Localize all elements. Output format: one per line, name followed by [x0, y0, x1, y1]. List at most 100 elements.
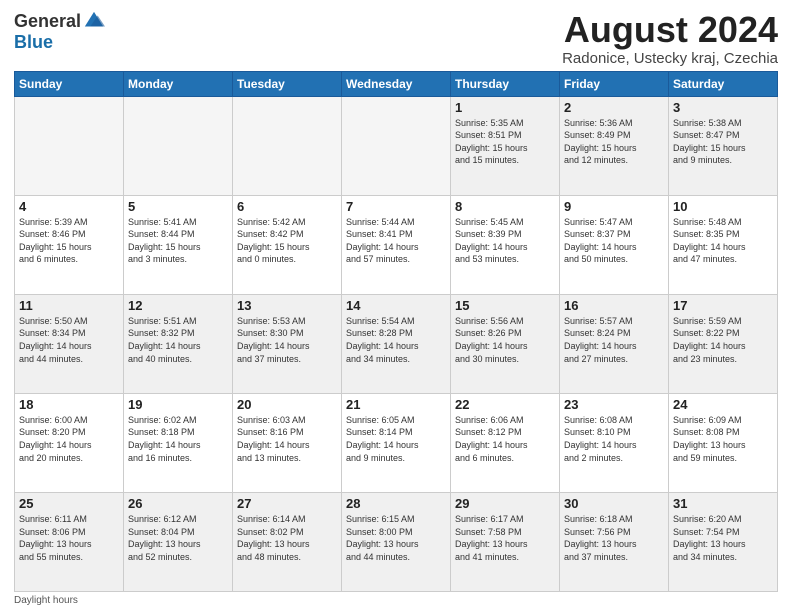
day-info: Sunrise: 6:12 AM Sunset: 8:04 PM Dayligh…	[128, 513, 228, 563]
day-info: Sunrise: 5:36 AM Sunset: 8:49 PM Dayligh…	[564, 117, 664, 167]
day-number: 27	[237, 496, 337, 511]
calendar-day-cell: 31 Sunrise: 6:20 AM Sunset: 7:54 PM Dayli…	[669, 492, 778, 591]
calendar-day-cell: 6Sunrise: 5:42 AM Sunset: 8:42 PM Daylig…	[233, 195, 342, 294]
day-info: Sunrise: 5:48 AM Sunset: 8:35 PM Dayligh…	[673, 216, 773, 266]
day-number: 19	[128, 397, 228, 412]
day-info: Sunrise: 5:59 AM Sunset: 8:22 PM Dayligh…	[673, 315, 773, 365]
day-info: Sunrise: 5:50 AM Sunset: 8:34 PM Dayligh…	[19, 315, 119, 365]
calendar-day-cell: 28 Sunrise: 6:15 AM Sunset: 8:00 PM Dayli…	[342, 492, 451, 591]
logo: General Blue	[14, 10, 105, 53]
day-info: Sunrise: 5:41 AM Sunset: 8:44 PM Dayligh…	[128, 216, 228, 266]
calendar-header-cell: Wednesday	[342, 71, 451, 96]
day-number: 8	[455, 199, 555, 214]
calendar-day-cell: 27 Sunrise: 6:14 AM Sunset: 8:02 PM Dayli…	[233, 492, 342, 591]
calendar-day-cell: 17Sunrise: 5:59 AM Sunset: 8:22 PM Dayli…	[669, 294, 778, 393]
calendar-week-row: 11Sunrise: 5:50 AM Sunset: 8:34 PM Dayli…	[15, 294, 778, 393]
calendar-table: SundayMondayTuesdayWednesdayThursdayFrid…	[14, 71, 778, 592]
calendar-day-cell	[15, 96, 124, 195]
calendar-day-cell	[124, 96, 233, 195]
page: General Blue August 2024 Radonice, Ustec…	[0, 0, 792, 612]
day-number: 5	[128, 199, 228, 214]
calendar-day-cell: 29Sunrise: 6:17 AM Sunset: 7:58 PM Dayli…	[451, 492, 560, 591]
day-info: Sunrise: 5:54 AM Sunset: 8:28 PM Dayligh…	[346, 315, 446, 365]
day-info: Sunrise: 6:00 AM Sunset: 8:20 PM Dayligh…	[19, 414, 119, 464]
day-number: 7	[346, 199, 446, 214]
calendar-header-cell: Tuesday	[233, 71, 342, 96]
calendar-day-cell: 19 Sunrise: 6:02 AM Sunset: 8:18 PM Dayli…	[124, 393, 233, 492]
day-number: 14	[346, 298, 446, 313]
calendar-week-row: 1 Sunrise: 5:35 AM Sunset: 8:51 PM Daylig…	[15, 96, 778, 195]
day-info: Sunrise: 5:44 AM Sunset: 8:41 PM Dayligh…	[346, 216, 446, 266]
day-number: 3	[673, 100, 773, 115]
day-info: Sunrise: 5:57 AM Sunset: 8:24 PM Dayligh…	[564, 315, 664, 365]
logo-general-text: General	[14, 11, 81, 32]
calendar-day-cell: 8 Sunrise: 5:45 AM Sunset: 8:39 PM Daylig…	[451, 195, 560, 294]
calendar-day-cell: 14 Sunrise: 5:54 AM Sunset: 8:28 PM Dayli…	[342, 294, 451, 393]
calendar-day-cell	[233, 96, 342, 195]
day-number: 9	[564, 199, 664, 214]
calendar-day-cell: 18Sunrise: 6:00 AM Sunset: 8:20 PM Dayli…	[15, 393, 124, 492]
calendar-week-row: 4 Sunrise: 5:39 AM Sunset: 8:46 PM Daylig…	[15, 195, 778, 294]
calendar-day-cell: 2 Sunrise: 5:36 AM Sunset: 8:49 PM Daylig…	[560, 96, 669, 195]
day-info: Sunrise: 6:02 AM Sunset: 8:18 PM Dayligh…	[128, 414, 228, 464]
calendar-header-cell: Monday	[124, 71, 233, 96]
day-number: 13	[237, 298, 337, 313]
calendar-day-cell: 11Sunrise: 5:50 AM Sunset: 8:34 PM Dayli…	[15, 294, 124, 393]
calendar-day-cell: 24Sunrise: 6:09 AM Sunset: 8:08 PM Dayli…	[669, 393, 778, 492]
day-number: 23	[564, 397, 664, 412]
day-number: 30	[564, 496, 664, 511]
calendar-header-cell: Saturday	[669, 71, 778, 96]
title-block: August 2024 Radonice, Ustecky kraj, Czec…	[562, 10, 778, 67]
day-info: Sunrise: 6:14 AM Sunset: 8:02 PM Dayligh…	[237, 513, 337, 563]
day-info: Sunrise: 5:53 AM Sunset: 8:30 PM Dayligh…	[237, 315, 337, 365]
calendar-header-cell: Sunday	[15, 71, 124, 96]
day-number: 31	[673, 496, 773, 511]
day-number: 21	[346, 397, 446, 412]
calendar-day-cell: 20 Sunrise: 6:03 AM Sunset: 8:16 PM Dayli…	[233, 393, 342, 492]
day-number: 6	[237, 199, 337, 214]
day-info: Sunrise: 5:35 AM Sunset: 8:51 PM Dayligh…	[455, 117, 555, 167]
day-info: Sunrise: 5:47 AM Sunset: 8:37 PM Dayligh…	[564, 216, 664, 266]
day-number: 24	[673, 397, 773, 412]
calendar-day-cell: 10 Sunrise: 5:48 AM Sunset: 8:35 PM Dayli…	[669, 195, 778, 294]
calendar-day-cell: 12 Sunrise: 5:51 AM Sunset: 8:32 PM Dayli…	[124, 294, 233, 393]
day-info: Sunrise: 5:39 AM Sunset: 8:46 PM Dayligh…	[19, 216, 119, 266]
calendar-header-cell: Friday	[560, 71, 669, 96]
day-number: 20	[237, 397, 337, 412]
header: General Blue August 2024 Radonice, Ustec…	[14, 10, 778, 67]
day-number: 10	[673, 199, 773, 214]
day-info: Sunrise: 6:03 AM Sunset: 8:16 PM Dayligh…	[237, 414, 337, 464]
day-info: Sunrise: 5:51 AM Sunset: 8:32 PM Dayligh…	[128, 315, 228, 365]
day-info: Sunrise: 5:38 AM Sunset: 8:47 PM Dayligh…	[673, 117, 773, 167]
day-number: 29	[455, 496, 555, 511]
day-number: 1	[455, 100, 555, 115]
calendar-day-cell: 7 Sunrise: 5:44 AM Sunset: 8:41 PM Daylig…	[342, 195, 451, 294]
calendar-header-cell: Thursday	[451, 71, 560, 96]
main-title: August 2024	[562, 10, 778, 50]
day-number: 28	[346, 496, 446, 511]
day-number: 16	[564, 298, 664, 313]
calendar-day-cell: 22 Sunrise: 6:06 AM Sunset: 8:12 PM Dayli…	[451, 393, 560, 492]
day-info: Sunrise: 6:06 AM Sunset: 8:12 PM Dayligh…	[455, 414, 555, 464]
calendar-header-row: SundayMondayTuesdayWednesdayThursdayFrid…	[15, 71, 778, 96]
calendar-body: 1 Sunrise: 5:35 AM Sunset: 8:51 PM Daylig…	[15, 96, 778, 591]
day-info: Sunrise: 5:45 AM Sunset: 8:39 PM Dayligh…	[455, 216, 555, 266]
day-number: 4	[19, 199, 119, 214]
subtitle: Radonice, Ustecky kraj, Czechia	[562, 50, 778, 67]
calendar-day-cell: 1 Sunrise: 5:35 AM Sunset: 8:51 PM Daylig…	[451, 96, 560, 195]
day-number: 2	[564, 100, 664, 115]
day-number: 25	[19, 496, 119, 511]
day-info: Sunrise: 5:56 AM Sunset: 8:26 PM Dayligh…	[455, 315, 555, 365]
calendar-week-row: 18Sunrise: 6:00 AM Sunset: 8:20 PM Dayli…	[15, 393, 778, 492]
day-number: 15	[455, 298, 555, 313]
day-info: Sunrise: 6:15 AM Sunset: 8:00 PM Dayligh…	[346, 513, 446, 563]
calendar-day-cell: 30 Sunrise: 6:18 AM Sunset: 7:56 PM Dayli…	[560, 492, 669, 591]
day-info: Sunrise: 6:20 AM Sunset: 7:54 PM Dayligh…	[673, 513, 773, 563]
calendar-day-cell	[342, 96, 451, 195]
day-number: 12	[128, 298, 228, 313]
footer-note: Daylight hours	[14, 595, 778, 606]
day-info: Sunrise: 6:18 AM Sunset: 7:56 PM Dayligh…	[564, 513, 664, 563]
calendar-day-cell: 3 Sunrise: 5:38 AM Sunset: 8:47 PM Daylig…	[669, 96, 778, 195]
day-number: 22	[455, 397, 555, 412]
calendar-day-cell: 21Sunrise: 6:05 AM Sunset: 8:14 PM Dayli…	[342, 393, 451, 492]
